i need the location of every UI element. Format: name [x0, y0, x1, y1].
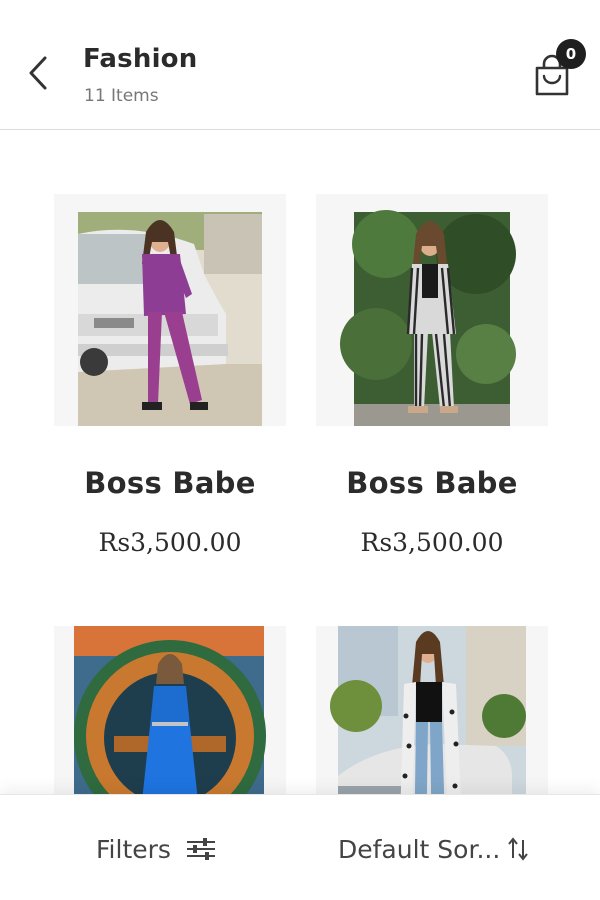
product-card[interactable] [316, 626, 548, 794]
product-name[interactable]: Boss Babe [54, 466, 286, 500]
product-card[interactable]: Boss Babe Rs3,500.00 [316, 194, 548, 594]
header-bar: Fashion 11 Items 0 [0, 0, 600, 130]
sort-label: Default Sor... [338, 834, 501, 864]
product-image[interactable] [316, 194, 548, 426]
product-price: Rs3,500.00 [98, 528, 242, 557]
product-image[interactable] [316, 626, 548, 794]
page-title: Fashion [83, 44, 198, 74]
sliders-icon [186, 838, 215, 860]
filters-button[interactable]: Filters [96, 829, 217, 869]
product-image[interactable] [54, 626, 286, 794]
product-card[interactable] [54, 626, 286, 794]
filters-label: Filters [96, 834, 171, 864]
chevron-left-icon [29, 56, 47, 90]
cart-count-badge: 0 [556, 39, 586, 69]
product-image[interactable] [54, 194, 286, 426]
product-price: Rs3,500.00 [360, 528, 504, 557]
back-button[interactable] [22, 52, 58, 92]
bottom-action-bar: Filters Default Sor... [0, 794, 600, 900]
sort-button[interactable]: Default Sor... [338, 829, 530, 869]
product-grid: Boss Babe Rs3,500.00 Boss Babe Rs3,500.0… [0, 131, 600, 794]
product-card[interactable]: Boss Babe Rs3,500.00 [54, 194, 286, 594]
item-count: 11 Items [84, 86, 159, 106]
product-name[interactable]: Boss Babe [316, 466, 548, 500]
sort-arrows-icon [508, 837, 529, 861]
